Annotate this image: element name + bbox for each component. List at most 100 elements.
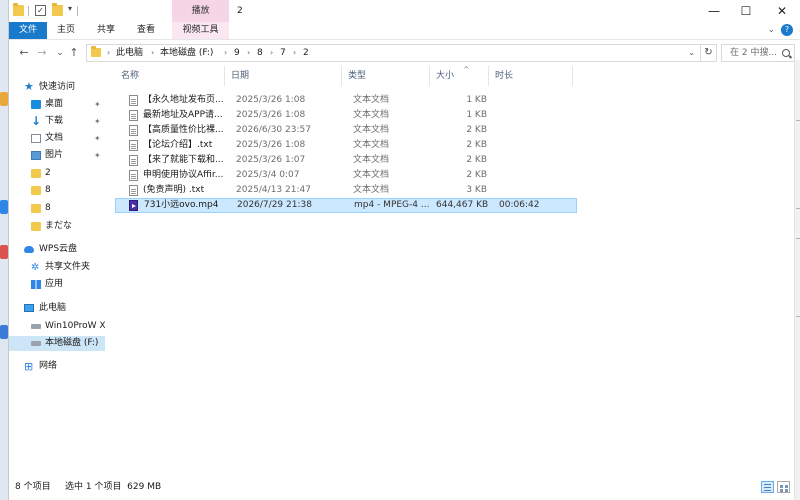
new-folder-icon[interactable] [52, 3, 63, 16]
text-file-icon [129, 155, 138, 166]
details-view-button[interactable] [761, 481, 774, 493]
star-icon: ★ [24, 80, 34, 93]
file-size: 1 KB [466, 95, 487, 105]
sidebar-item-folder-8[interactable]: 8 [9, 201, 105, 216]
tab-video-tools[interactable]: 视频工具 [172, 22, 229, 39]
back-button[interactable]: ← [17, 44, 31, 62]
tab-share[interactable]: 共享 [89, 22, 123, 39]
file-type: 文本文档 [353, 110, 390, 120]
tab-file[interactable]: 文件 [9, 22, 47, 39]
desktop-icon-fragment [0, 200, 8, 214]
file-name: 申明使用协议Affir... [143, 170, 224, 180]
file-date: 2026/7/29 21:38 [237, 200, 312, 210]
expand-ribbon-icon[interactable]: ⌄ [767, 25, 775, 35]
file-name: 【论坛介绍】.txt [143, 140, 213, 150]
sidebar-item-quick-access[interactable]: ★ 快速访问 [9, 80, 105, 95]
large-icons-view-button[interactable] [777, 481, 790, 493]
sidebar-item-label: 2 [45, 168, 51, 178]
chevron-right-icon[interactable]: › [270, 45, 273, 61]
file-row[interactable]: (免责声明) .txt 2025/4/13 21:47 文本文档 3 KB [115, 183, 577, 198]
refresh-button[interactable]: ↻ [701, 44, 717, 62]
search-box[interactable]: 在 2 中搜... [721, 44, 795, 62]
chevron-right-icon[interactable]: › [224, 45, 227, 61]
text-file-icon [129, 170, 138, 181]
sidebar-item-label: 此电脑 [39, 303, 67, 313]
breadcrumb-this-pc[interactable]: 此电脑 [116, 45, 143, 61]
breadcrumb-folder-2[interactable]: 2 [303, 45, 309, 61]
file-row[interactable]: 最新地址及APP请... 2025/3/26 1:08 文本文档 1 KB [115, 108, 577, 123]
download-icon: ↓ [31, 114, 42, 128]
sidebar-item-label: 8 [45, 203, 51, 213]
file-row[interactable]: 【高质量性价比裸... 2026/6/30 23:57 文本文档 2 KB [115, 123, 577, 138]
sidebar-item-pictures[interactable]: 图片 ✦ [9, 148, 105, 163]
file-row-selected[interactable]: 731小远ovo.mp4 2026/7/29 21:38 mp4 - MPEG-… [115, 198, 577, 213]
column-header-name[interactable]: 名称 [115, 66, 225, 86]
help-icon[interactable]: ? [781, 24, 793, 36]
sidebar-item-folder-2[interactable]: 2 [9, 166, 105, 181]
folder-icon [31, 222, 41, 231]
file-row[interactable]: 【永久地址发布页... 2025/3/26 1:08 文本文档 1 KB [115, 93, 577, 108]
sidebar-item-wps-cloud[interactable]: WPS云盘 [9, 242, 105, 257]
file-date: 2025/4/13 21:47 [236, 185, 311, 195]
file-type: 文本文档 [353, 140, 390, 150]
sidebar-item-desktop[interactable]: 桌面 ✦ [9, 97, 105, 112]
column-header-row: 名称 日期 类型 大小 ^ 时长 [115, 65, 795, 86]
title-bar: ✓ ▾ 播放 2 — ☐ ✕ [9, 0, 800, 22]
recent-locations-button[interactable]: ⌄ [53, 44, 67, 62]
file-type: 文本文档 [353, 95, 390, 105]
text-file-icon [129, 125, 138, 136]
file-type: 文本文档 [353, 185, 390, 195]
properties-icon[interactable]: ✓ [35, 5, 46, 16]
sidebar-item-label: 下载 [45, 116, 64, 126]
chevron-right-icon[interactable]: › [293, 45, 296, 61]
tab-home[interactable]: 主页 [49, 22, 83, 39]
up-button[interactable]: ↑ [67, 44, 81, 62]
customize-toolbar-icon[interactable]: ▾ [68, 4, 72, 13]
window-title: 2 [237, 6, 243, 16]
sidebar-item-documents[interactable]: 文档 ✦ [9, 131, 105, 146]
sidebar-item-drive-f[interactable]: 本地磁盘 (F:) [9, 336, 105, 351]
column-header-duration[interactable]: 时长 [489, 66, 573, 86]
chevron-right-icon[interactable]: › [247, 45, 250, 61]
sidebar-item-label: 文档 [45, 133, 64, 143]
file-row[interactable]: 【来了就能下载和... 2025/3/26 1:07 文本文档 2 KB [115, 153, 577, 168]
sidebar-item-label: 网络 [39, 361, 58, 371]
maximize-button[interactable]: ☐ [731, 0, 761, 22]
sidebar-item-system-drive[interactable]: Win10ProW X6 [9, 319, 105, 334]
document-icon [31, 134, 41, 143]
column-header-size[interactable]: 大小 [430, 66, 489, 86]
file-row[interactable]: 申明使用协议Affir... 2025/3/4 0:07 文本文档 2 KB [115, 168, 577, 183]
sidebar-item-folder-8[interactable]: 8 [9, 183, 105, 198]
close-button[interactable]: ✕ [767, 0, 797, 22]
chevron-right-icon[interactable]: › [151, 45, 154, 61]
breadcrumb-folder-8[interactable]: 8 [257, 45, 263, 61]
breadcrumb-drive-f[interactable]: 本地磁盘 (F:) [160, 45, 213, 61]
sidebar-item-apps[interactable]: 应用 [9, 277, 105, 292]
file-row[interactable]: 【论坛介绍】.txt 2025/3/26 1:08 文本文档 2 KB [115, 138, 577, 153]
search-input[interactable]: 在 2 中搜... [730, 45, 777, 61]
sidebar-item-label: まだな [45, 221, 73, 231]
sidebar-item-downloads[interactable]: ↓ 下载 ✦ [9, 114, 105, 129]
sidebar-item-label: 快速访问 [39, 82, 76, 92]
sidebar-item-folder-madana[interactable]: まだな [9, 219, 105, 234]
video-file-icon [129, 200, 138, 211]
address-bar[interactable]: › 此电脑 › 本地磁盘 (F:) › 9 › 8 › 7 › 2 ⌄ [86, 44, 701, 62]
forward-button[interactable]: → [35, 44, 49, 62]
file-date: 2025/3/4 0:07 [236, 170, 300, 180]
file-size: 2 KB [466, 140, 487, 150]
column-header-type[interactable]: 类型 [342, 66, 430, 86]
sidebar-item-shared-folder[interactable]: ✲ 共享文件夹 [9, 260, 105, 275]
minimize-button[interactable]: — [699, 0, 729, 22]
chevron-down-icon[interactable]: ⌄ [688, 45, 695, 61]
file-size: 644,467 KB [436, 200, 488, 210]
sidebar-item-this-pc[interactable]: 此电脑 [9, 301, 105, 316]
chevron-right-icon[interactable]: › [107, 45, 110, 61]
desktop-background [0, 0, 8, 500]
breadcrumb-folder-9[interactable]: 9 [234, 45, 240, 61]
tab-view[interactable]: 查看 [129, 22, 163, 39]
text-file-icon [129, 140, 138, 151]
breadcrumb-folder-7[interactable]: 7 [280, 45, 286, 61]
sidebar-item-network[interactable]: ⊞ 网络 [9, 359, 105, 374]
file-size: 1 KB [466, 110, 487, 120]
column-header-date[interactable]: 日期 [225, 66, 342, 86]
